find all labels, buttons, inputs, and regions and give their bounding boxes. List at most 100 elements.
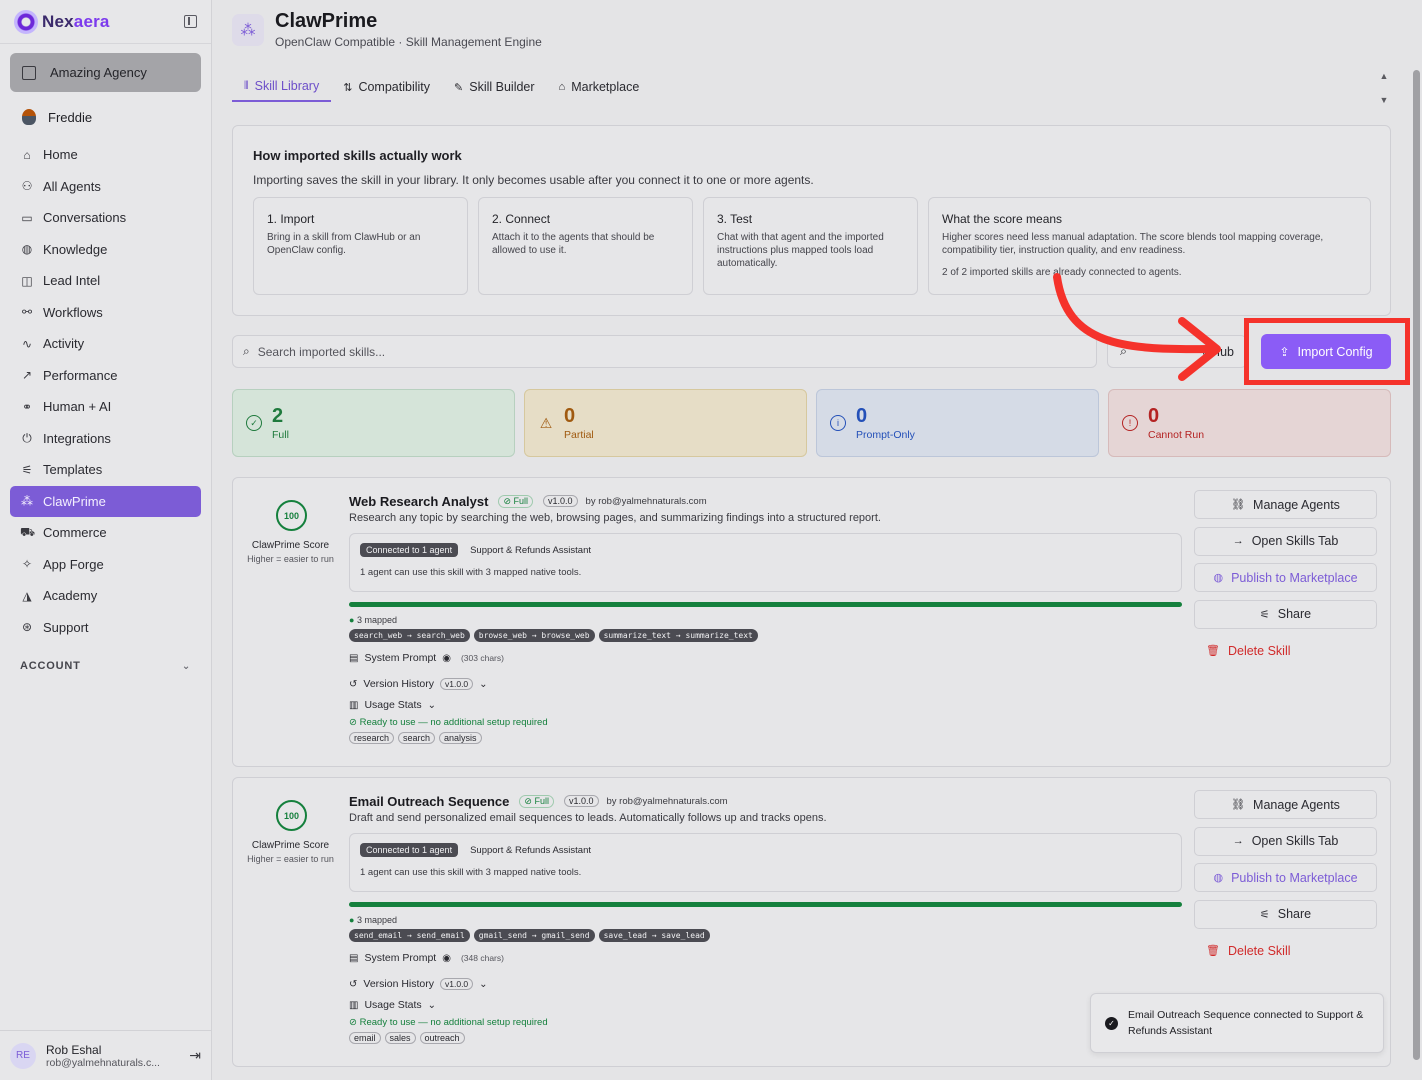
connected-badge: Connected to 1 agent xyxy=(360,843,459,857)
arrow-right-icon: → xyxy=(1232,535,1244,547)
sidebar-item-app-forge[interactable]: ✧ App Forge xyxy=(0,549,211,581)
current-user[interactable]: Freddie xyxy=(0,97,211,137)
wrench-icon: ✎ xyxy=(454,81,464,94)
import-config-button[interactable]: ⇪ Import Config xyxy=(1261,334,1391,369)
workflow-icon: ⚯ xyxy=(21,305,33,320)
system-prompt-toggle[interactable]: ▤ System Prompt ◉ (348 chars) xyxy=(349,951,1182,965)
manage-agents-button[interactable]: ⛓ Manage Agents xyxy=(1194,790,1377,819)
skill-name: Email Outreach Sequence xyxy=(349,793,510,809)
mapped-count: ● 3 mapped xyxy=(349,615,397,625)
open-skills-tab-button[interactable]: → Open Skills Tab xyxy=(1194,826,1377,856)
connected-badge: Connected to 1 agent xyxy=(360,543,459,557)
usage-stats-toggle[interactable]: ▥ Usage Stats ⌄ xyxy=(349,998,1182,1012)
skill-author: by rob@yalmehnaturals.com xyxy=(585,495,707,507)
compare-arrows-icon: ⇅ xyxy=(343,81,353,94)
sidebar-item-conversations[interactable]: ▭ Conversations xyxy=(0,202,211,234)
logout-icon[interactable]: ⇥ xyxy=(189,1047,201,1064)
workspace-name: Amazing Agency xyxy=(50,65,147,80)
tab-compatibility[interactable]: ⇅ Compatibility xyxy=(331,72,442,102)
publish-marketplace-button[interactable]: ◍ Publish to Marketplace xyxy=(1194,863,1377,892)
sidebar-item-activity[interactable]: ∿ Activity xyxy=(0,328,211,360)
chevron-down-icon: ⌄ xyxy=(427,699,437,711)
plug-icon: ⏻ xyxy=(22,430,32,445)
chevron-down-icon: ⌄ xyxy=(479,978,488,990)
tab-skill-builder[interactable]: ✎ Skill Builder xyxy=(442,72,547,102)
graduation-cap-icon: ◮ xyxy=(22,588,32,603)
sidebar-item-human-ai[interactable]: ⚭ Human + AI xyxy=(0,391,211,423)
sidebar-item-knowledge[interactable]: ◍ Knowledge xyxy=(0,234,211,266)
publish-marketplace-button[interactable]: ◍ Publish to Marketplace xyxy=(1194,563,1377,592)
page-title: ClawPrime xyxy=(275,10,378,32)
version-badge: v1.0.0 xyxy=(543,495,578,507)
skill-description: Research any topic by searching the web,… xyxy=(349,512,881,524)
tag[interactable]: search xyxy=(398,732,436,744)
search-input[interactable]: ⌕ Search imported skills... xyxy=(232,335,1097,368)
sidebar-item-performance[interactable]: ↗ Performance xyxy=(0,360,211,392)
tag[interactable]: sales xyxy=(384,1032,416,1044)
footer-user-email: rob@yalmehnaturals.c... xyxy=(46,1056,160,1069)
tag[interactable]: email xyxy=(349,1032,381,1044)
stat-cannot-run[interactable]: ! 0 Cannot Run xyxy=(1108,389,1391,457)
manage-agents-button[interactable]: ⛓ Manage Agents xyxy=(1194,490,1377,519)
tag[interactable]: research xyxy=(349,732,395,744)
mapping-progress-bar xyxy=(349,902,1182,907)
share-button[interactable]: ⚟ Share xyxy=(1194,899,1377,929)
page-header: ⁂ ClawPrime OpenClaw Compatible · Skill … xyxy=(232,10,542,49)
skill-author: by rob@yalmehnaturals.com xyxy=(606,795,728,807)
delete-skill-button[interactable]: 🗑 Delete Skill xyxy=(1194,936,1377,965)
arrow-right-icon: → xyxy=(1232,835,1244,847)
stat-partial[interactable]: ⚠ 0 Partial xyxy=(524,389,807,457)
tag[interactable]: analysis xyxy=(439,732,482,744)
collapse-sidebar-icon[interactable] xyxy=(184,15,197,28)
document-icon: ▤ xyxy=(349,652,359,664)
sidebar-item-clawprime[interactable]: ⁂ ClawPrime xyxy=(10,485,201,517)
skill-details: Web Research Analyst ⊘ Full v1.0.0 by ro… xyxy=(349,492,1182,744)
sidebar-item-workflows[interactable]: ⚯ Workflows xyxy=(0,297,211,329)
workspace-selector[interactable]: Amazing Agency xyxy=(10,53,201,92)
sidebar-item-all-agents[interactable]: ⚇ All Agents xyxy=(0,171,211,203)
tool-chip: save_lead → save_lead xyxy=(598,929,710,942)
tool-chip: summarize_text → summarize_text xyxy=(598,629,758,642)
sidebar-item-integrations[interactable]: ⏻ Integrations xyxy=(0,423,211,455)
share-button[interactable]: ⚟ Share xyxy=(1194,599,1377,629)
usage-stats-toggle[interactable]: ▥ Usage Stats ⌄ xyxy=(349,698,1182,712)
delete-skill-button[interactable]: 🗑 Delete Skill xyxy=(1194,636,1377,665)
stat-prompt-only[interactable]: i 0 Prompt-Only xyxy=(816,389,1099,457)
stat-full[interactable]: ✓ 2 Full xyxy=(232,389,515,457)
bar-chart-icon: ▥ xyxy=(349,699,359,711)
tab-skill-library[interactable]: ⫴ Skill Library xyxy=(232,72,332,102)
arrow-down-icon[interactable]: ▼ xyxy=(1380,95,1389,105)
footer-user-info: Rob Eshal rob@yalmehnaturals.c... xyxy=(46,1043,160,1069)
sidebar-item-home[interactable]: ⌂ Home xyxy=(0,139,211,171)
tab-marketplace[interactable]: ⌂ Marketplace xyxy=(547,72,652,102)
skill-actions: ⛓ Manage Agents → Open Skills Tab ◍ Publish… xyxy=(1194,790,1377,973)
sidebar-item-support[interactable]: ⊛ Support xyxy=(0,612,211,644)
brand-name[interactable]: Nexaera xyxy=(42,12,110,32)
step-import: 1. Import Bring in a skill from ClawHub … xyxy=(253,197,468,295)
sidebar-item-lead-intel[interactable]: ◫ Lead Intel xyxy=(0,265,211,297)
nexaera-logo-icon[interactable] xyxy=(14,9,38,34)
sidebar-item-templates[interactable]: ⚟ Templates xyxy=(0,454,211,486)
tab-scroll-control[interactable]: ▲ ▼ xyxy=(1378,71,1390,105)
toast-message: Email Outreach Sequence connected to Sup… xyxy=(1128,1009,1364,1037)
step-connect: 2. Connect Attach it to the agents that … xyxy=(478,197,693,295)
eye-icon: ◉ xyxy=(442,652,451,664)
version-history-toggle[interactable]: ↺ Version History v1.0.0 ⌄ xyxy=(349,977,1182,991)
search-icon: ⌕ xyxy=(243,344,250,358)
account-section-toggle[interactable]: ACCOUNT ⌄ xyxy=(0,649,211,683)
arrow-up-icon[interactable]: ▲ xyxy=(1380,71,1389,81)
tag[interactable]: outreach xyxy=(419,1032,465,1044)
system-prompt-toggle[interactable]: ▤ System Prompt ◉ (303 chars) xyxy=(349,651,1182,665)
vertical-scrollbar[interactable] xyxy=(1413,70,1420,1060)
document-icon: ▤ xyxy=(349,952,359,964)
user-name: Freddie xyxy=(48,109,93,125)
sidebar-item-commerce[interactable]: ⛟ Commerce xyxy=(0,517,211,549)
mapped-count: ● 3 mapped xyxy=(349,915,397,925)
tier-badge: ⊘ Full xyxy=(519,794,554,808)
avatar[interactable]: RE xyxy=(10,1042,36,1069)
sidebar-item-academy[interactable]: ◮ Academy xyxy=(0,580,211,612)
version-history-toggle[interactable]: ↺ Version History v1.0.0 ⌄ xyxy=(349,677,1182,691)
brand-header: Nexaera xyxy=(0,0,211,44)
toast-notification[interactable]: ✓ Email Outreach Sequence connected to S… xyxy=(1090,993,1384,1053)
open-skills-tab-button[interactable]: → Open Skills Tab xyxy=(1194,526,1377,556)
